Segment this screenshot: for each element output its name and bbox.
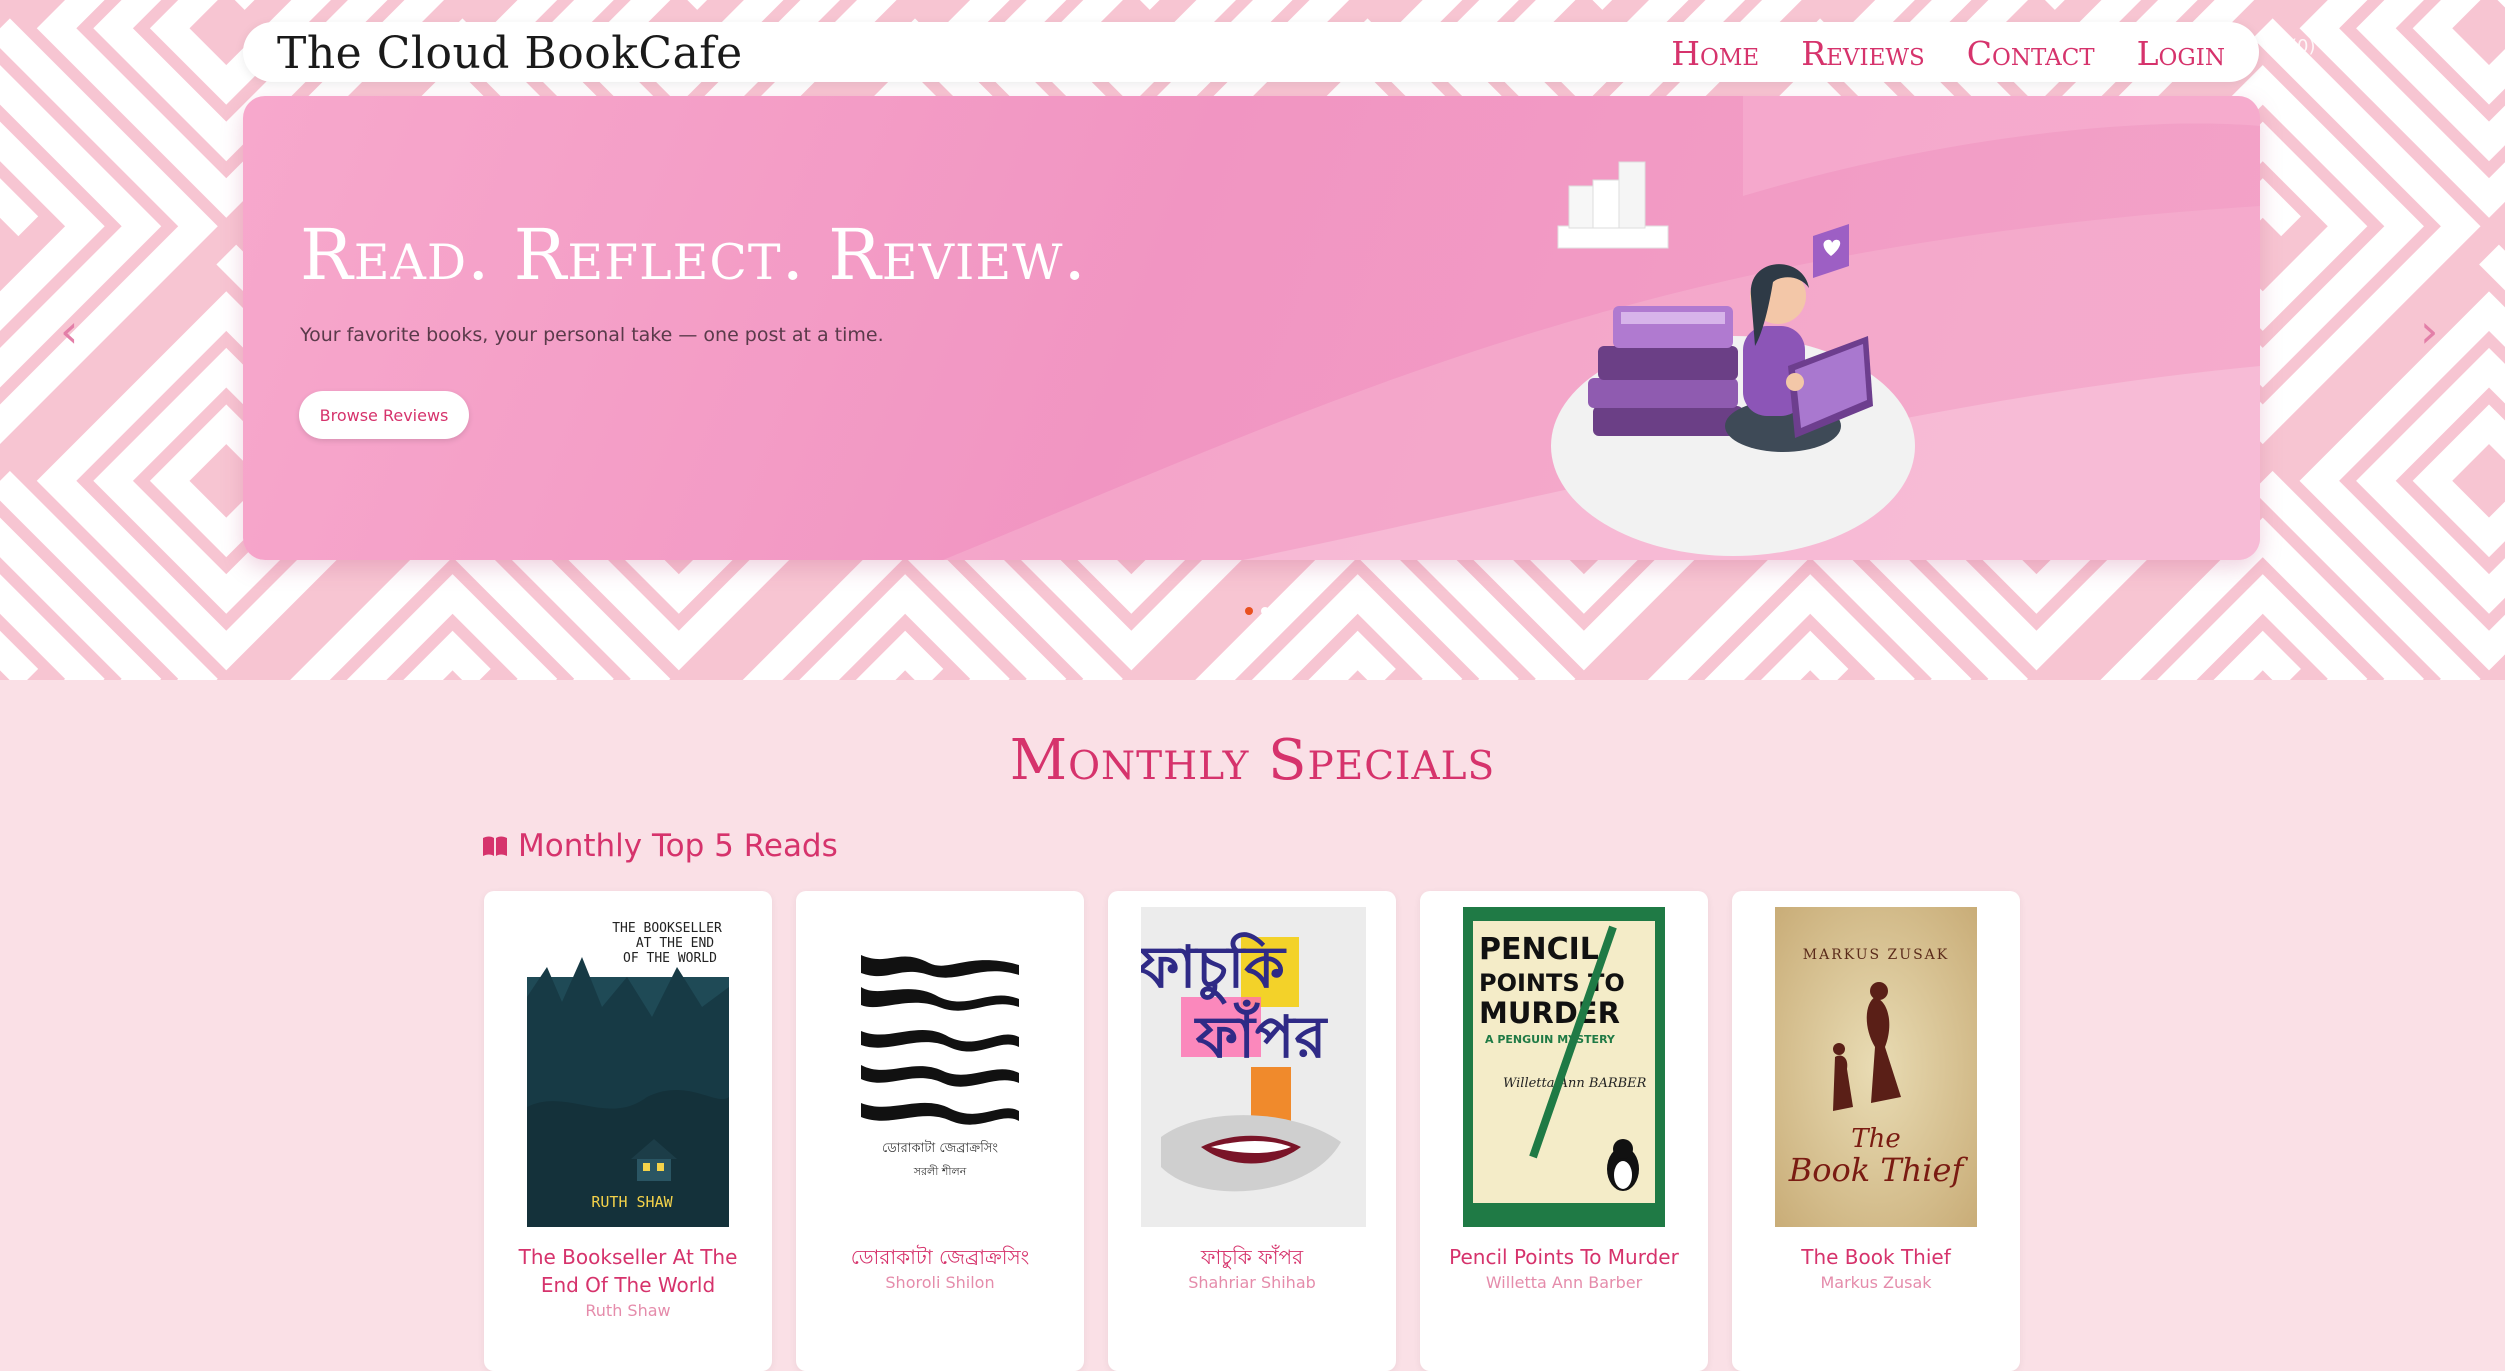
book-author: Markus Zusak <box>1820 1273 1932 1292</box>
book-card[interactable]: ডোরাকাটা জেব্রাক্রসিং সরলী শীলন ডোরাকাটা… <box>796 891 1084 1371</box>
nav-links: Home Reviews Contact Login <box>1671 34 2225 73</box>
monthly-top-label: Monthly Top 5 Reads <box>518 828 838 864</box>
cover-title-line: ফাচুকি <box>1141 932 1287 1005</box>
cover-title-line: PENCIL <box>1479 932 1599 967</box>
book-author: Willetta Ann Barber <box>1485 1273 1643 1292</box>
cover-author: সরলী শীলন <box>913 1165 967 1178</box>
cover-title-line: A PENGUIN MYSTERY <box>1485 1033 1616 1046</box>
book-card[interactable]: ফাচুকি ফাঁপর ফাচুকি ফাঁপর Shahriar Shiha… <box>1108 891 1396 1371</box>
book-cover[interactable]: MARKUS ZUSAK The Book Thief <box>1775 907 1977 1227</box>
book-author: Ruth Shaw <box>585 1301 671 1320</box>
book-card[interactable]: PENCIL POINTS TO MURDER A PENGUIN MYSTER… <box>1420 891 1708 1371</box>
book-cover[interactable]: ডোরাকাটা জেব্রাক্রসিং সরলী শীলন <box>839 907 1041 1227</box>
nav-reviews[interactable]: Reviews <box>1801 34 1925 73</box>
cover-bookseller: THE BOOKSELLER AT THE END OF THE WORLD R… <box>527 907 729 1227</box>
cart-count[interactable]: (0) <box>2290 36 2316 57</box>
cover-fachuki: ফাচুকি ফাঁপর <box>1141 907 1366 1227</box>
monthly-top-heading: Monthly Top 5 Reads <box>482 828 838 864</box>
hero-title: Read. Reflect. Review. <box>300 214 1087 296</box>
book-title[interactable]: ডোরাকাটা জেব্রাক্রসিং <box>810 1243 1070 1271</box>
book-title[interactable]: ফাচুকি ফাঁপর <box>1122 1243 1382 1271</box>
navbar: The Cloud BookCafe Home Reviews Contact … <box>243 22 2259 82</box>
brand-logo[interactable]: The Cloud BookCafe <box>277 28 743 79</box>
book-card[interactable]: THE BOOKSELLER AT THE END OF THE WORLD R… <box>484 891 772 1371</box>
cover-title-line: OF THE WORLD <box>623 951 717 966</box>
cover-title-line: The <box>1851 1124 1900 1154</box>
cover-title-line: MURDER <box>1479 996 1620 1030</box>
section-title: Monthly Specials <box>1009 728 1496 793</box>
nav-contact[interactable]: Contact <box>1967 34 2095 73</box>
carousel-prev-button[interactable]: ‹ <box>60 308 78 354</box>
reading-girl-illustration <box>1551 161 1915 556</box>
cover-author: MARKUS ZUSAK <box>1803 947 1949 963</box>
cover-title-line: POINTS TO <box>1479 969 1625 997</box>
cover-title-line: AT THE END <box>636 936 714 951</box>
hero-slide: Read. Reflect. Review. Your favorite boo… <box>243 96 2260 560</box>
cover-pencil-points: PENCIL POINTS TO MURDER A PENGUIN MYSTER… <box>1463 907 1665 1227</box>
carousel-next-button[interactable]: › <box>2420 308 2438 354</box>
book-author: Shahriar Shihab <box>1188 1273 1316 1292</box>
book-cover[interactable]: THE BOOKSELLER AT THE END OF THE WORLD R… <box>527 907 729 1227</box>
book-title[interactable]: The Book Thief <box>1746 1243 2006 1271</box>
cover-title-line: Book Thief <box>1788 1151 1969 1189</box>
nav-login[interactable]: Login <box>2137 34 2225 73</box>
carousel-indicator-1[interactable] <box>1245 607 1253 615</box>
book-card[interactable]: MARKUS ZUSAK The Book Thief The Book Thi… <box>1732 891 2020 1371</box>
cover-zebra: ডোরাকাটা জেব্রাক্রসিং সরলী শীলন <box>839 907 1041 1227</box>
book-cover[interactable]: PENCIL POINTS TO MURDER A PENGUIN MYSTER… <box>1463 907 1665 1227</box>
carousel-indicator-2[interactable] <box>1261 607 1269 615</box>
open-book-icon <box>483 836 507 856</box>
cover-title-line: ফাঁপর <box>1194 1000 1329 1071</box>
browse-reviews-button[interactable]: Browse Reviews <box>299 391 469 439</box>
cover-book-thief: MARKUS ZUSAK The Book Thief <box>1775 907 1977 1227</box>
nav-home[interactable]: Home <box>1671 34 1759 73</box>
book-title[interactable]: The Bookseller At The End Of The World <box>498 1243 758 1299</box>
book-grid: THE BOOKSELLER AT THE END OF THE WORLD R… <box>484 891 2020 1371</box>
cover-author: RUTH SHAW <box>591 1193 673 1211</box>
book-author: Shoroli Shilon <box>885 1273 995 1292</box>
book-cover[interactable]: ফাচুকি ফাঁপর <box>1141 907 1366 1227</box>
hero-subtitle: Your favorite books, your personal take … <box>300 324 884 346</box>
carousel-indicators <box>1245 607 1269 615</box>
cover-title-line: THE BOOKSELLER <box>612 921 722 936</box>
cover-author: Willetta Ann BARBER <box>1503 1076 1647 1091</box>
book-title[interactable]: Pencil Points To Murder <box>1434 1243 1694 1271</box>
cover-title-line: ডোরাকাটা জেব্রাক্রসিং <box>882 1140 998 1156</box>
